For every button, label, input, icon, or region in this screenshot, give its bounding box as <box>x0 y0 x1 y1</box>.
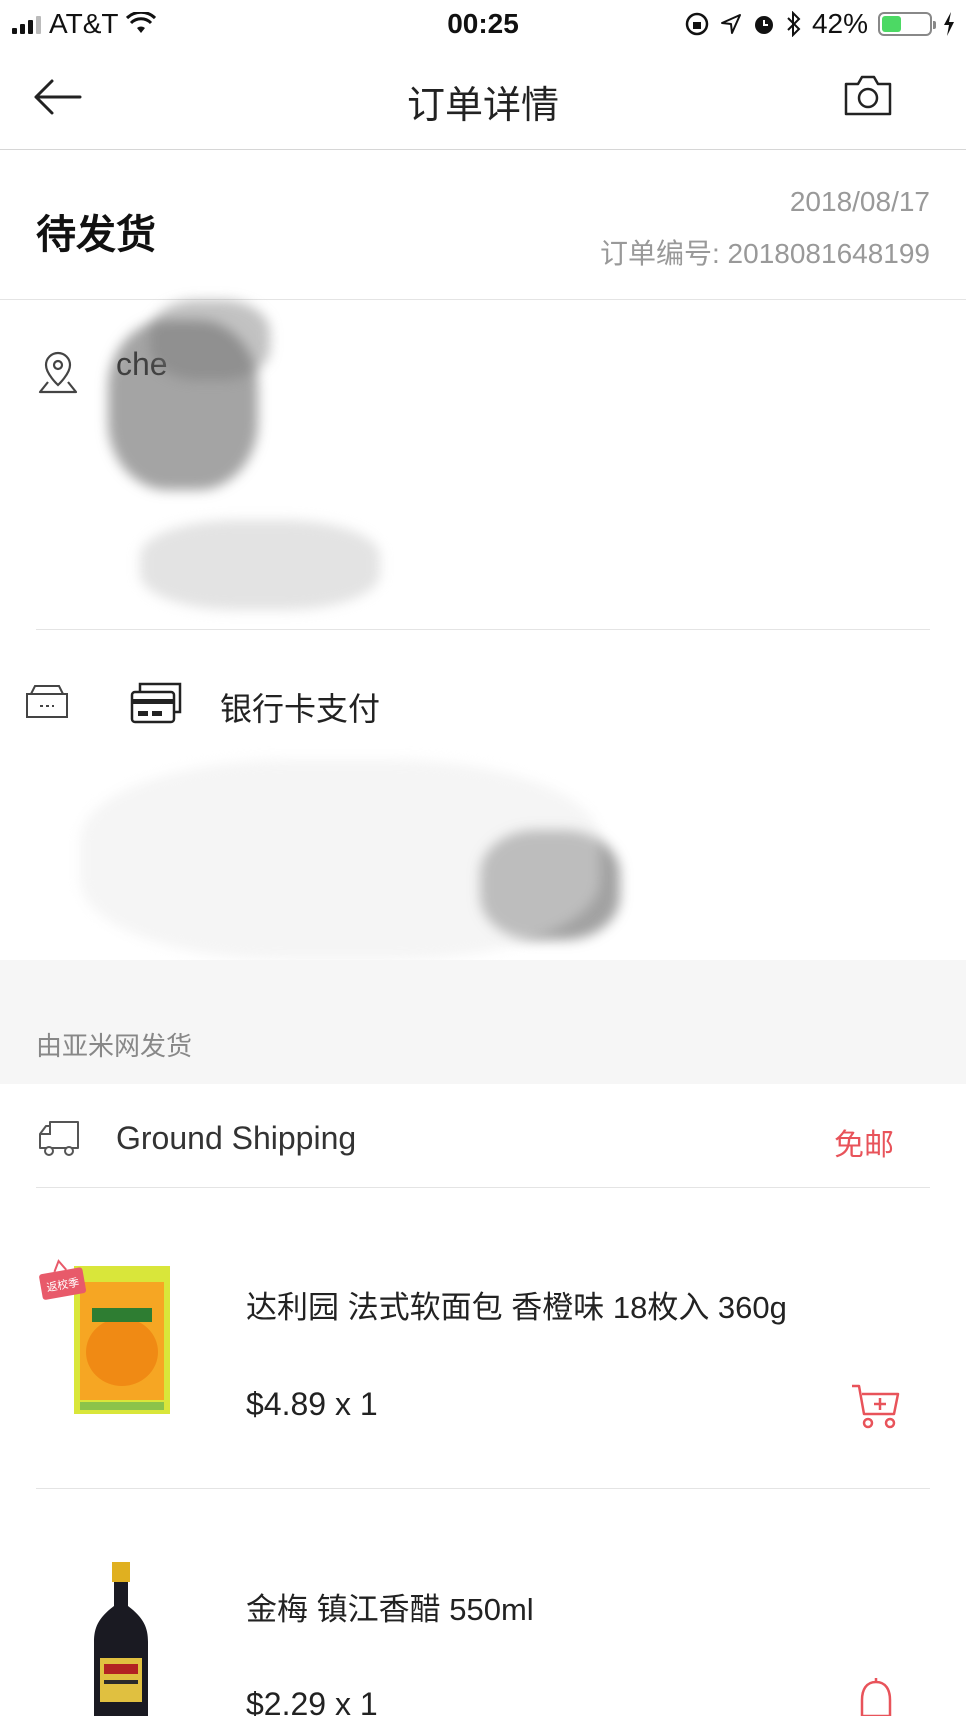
order-status-section: 待发货 2018/08/17 订单编号: 2018081648199 <box>0 150 966 300</box>
shipping-method-name: Ground Shipping <box>116 1120 357 1156</box>
shipping-address[interactable]: che <box>0 300 966 630</box>
order-date: 2018/08/17 <box>789 186 930 217</box>
product-image-vinegar <box>94 1562 148 1716</box>
shipping-method: Ground Shipping 免邮 <box>0 1084 966 1188</box>
divider <box>36 629 930 630</box>
bank-card-icon <box>130 682 182 724</box>
divider <box>36 1488 930 1489</box>
status-bar-right: 42% <box>684 8 956 40</box>
product-price: $4.89 x 1 <box>246 1386 378 1422</box>
product-item[interactable]: 返校季 达利园 法式软面包 香橙味 18枚入 360g $4.89 x 1 <box>0 1188 966 1489</box>
product-name: 金梅 镇江香醋 550ml <box>246 1592 534 1627</box>
location-icon <box>720 14 741 34</box>
camera-icon[interactable] <box>842 72 894 118</box>
bluetooth-icon <box>787 11 801 37</box>
shipping-source: 由亚米网发货 <box>36 1031 193 1061</box>
alarm-icon <box>754 16 773 34</box>
order-number: 订单编号: 2018081648199 <box>600 238 930 269</box>
redaction-smudge <box>80 760 600 960</box>
product-item[interactable]: 金梅 镇江香醋 550ml $2.29 x 1 <box>0 1490 966 1716</box>
battery-icon <box>878 12 936 36</box>
status-bar: AT&T 00:25 42% <box>0 0 966 48</box>
recipient-name: che <box>116 346 168 382</box>
nav-bar: 订单详情 <box>0 48 966 150</box>
battery-percent: 42% <box>811 8 868 39</box>
product-image-bread: 返校季 <box>39 1259 170 1414</box>
payment-method-label: 银行卡支付 <box>220 691 381 727</box>
notify-bell-icon[interactable] <box>850 1676 902 1716</box>
shipping-source-bar: 由亚米网发货 <box>0 960 966 1084</box>
payment-method[interactable]: 银行卡支付 <box>0 660 966 740</box>
product-price: $2.29 x 1 <box>246 1686 378 1716</box>
order-status: 待发货 <box>36 213 156 257</box>
redaction-smudge <box>480 830 620 940</box>
product-name: 达利园 法式软面包 香橙味 18枚入 360g <box>246 1290 787 1325</box>
truck-icon <box>39 1121 79 1156</box>
location-pin-icon <box>38 351 78 394</box>
add-to-cart-icon[interactable] <box>850 1382 902 1430</box>
wallet-icon <box>26 685 68 718</box>
orientation-lock-icon <box>685 12 709 36</box>
charging-bolt-icon <box>944 12 954 36</box>
shipping-fee: 免邮 <box>834 1129 894 1162</box>
page-title: 订单详情 <box>406 85 559 127</box>
